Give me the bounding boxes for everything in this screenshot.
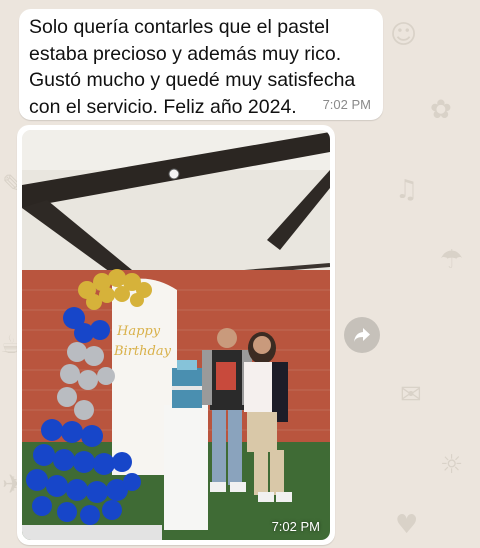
forward-button[interactable] [344,317,380,353]
message-bubble-text[interactable]: Solo quería contarles que el pastel esta… [19,9,383,120]
message-timestamp: 7:02 PM [322,97,371,112]
forward-arrow-icon [354,328,370,342]
message-bubble-photo[interactable]: Happy Birthday 7:02 PM [17,125,335,545]
message-text: Solo quería contarles que el pastel esta… [29,16,356,118]
photo-attachment[interactable]: Happy Birthday 7:02 PM [22,130,330,540]
photo-timestamp: 7:02 PM [271,519,320,534]
svg-text:Happy: Happy [116,324,161,339]
photo-image: Happy Birthday [22,130,330,540]
svg-text:Birthday: Birthday [113,344,172,359]
